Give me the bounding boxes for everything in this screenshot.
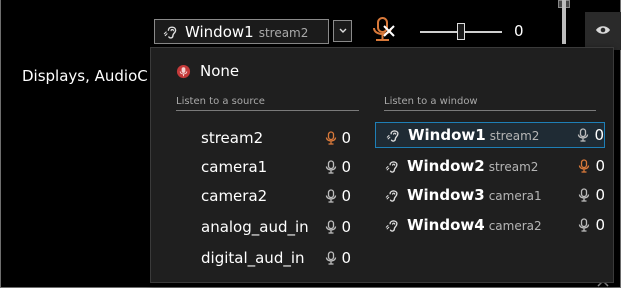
source-item-camera2[interactable]: camera2 0 bbox=[201, 186, 351, 206]
source-level: 0 bbox=[341, 249, 351, 267]
window-level: 0 bbox=[595, 216, 605, 234]
window-name: Window1 bbox=[408, 126, 486, 144]
ear-icon bbox=[163, 25, 177, 39]
audio-source-dropdown: None Listen to a source Listen to a wind… bbox=[150, 47, 614, 283]
source-level: 0 bbox=[341, 218, 351, 236]
volume-slider[interactable] bbox=[420, 22, 502, 42]
window-selector-dropdown-button[interactable] bbox=[333, 20, 352, 42]
mic-icon bbox=[326, 251, 337, 265]
mic-muted-icon[interactable] bbox=[370, 16, 396, 44]
eye-icon bbox=[596, 26, 610, 34]
mic-icon bbox=[578, 128, 589, 142]
source-item-camera1[interactable]: camera1 0 bbox=[201, 157, 351, 177]
chevron-down-icon bbox=[339, 28, 347, 33]
visibility-toggle[interactable] bbox=[585, 12, 621, 50]
ear-icon bbox=[385, 219, 398, 232]
none-option[interactable]: None bbox=[176, 62, 239, 80]
volume-value: 0 bbox=[514, 22, 524, 40]
source-name: digital_aud_in bbox=[201, 249, 305, 267]
mic-muted-icon bbox=[579, 159, 590, 173]
windows-section-header: Listen to a window bbox=[384, 96, 596, 111]
vertical-divider bbox=[562, 0, 566, 44]
window-level: 0 bbox=[594, 126, 604, 144]
source-item-stream2[interactable]: stream2 0 bbox=[201, 128, 351, 148]
source-level: 0 bbox=[341, 129, 351, 147]
window-item-window4[interactable]: Window4 camera2 0 bbox=[375, 212, 605, 238]
window-name: Window4 bbox=[407, 216, 485, 234]
selected-window-stream: stream2 bbox=[258, 25, 309, 40]
source-name: camera1 bbox=[201, 158, 268, 176]
source-name: analog_aud_in bbox=[201, 218, 309, 236]
mic-icon bbox=[579, 188, 590, 202]
mic-icon bbox=[326, 189, 337, 203]
window-name: Window2 bbox=[407, 157, 485, 175]
volume-slider-thumb[interactable] bbox=[457, 23, 465, 40]
source-name: camera2 bbox=[201, 187, 268, 205]
window-stream: stream2 bbox=[488, 160, 539, 174]
selected-window-name: Window1 bbox=[185, 22, 254, 41]
displays-label: Displays, AudioC bbox=[22, 67, 148, 85]
ear-icon bbox=[386, 129, 399, 142]
window-item-window1[interactable]: Window1 stream2 0 bbox=[375, 122, 605, 148]
mic-icon bbox=[579, 218, 590, 232]
window-level: 0 bbox=[595, 186, 605, 204]
window-item-window3[interactable]: Window3 camera1 0 bbox=[375, 182, 605, 208]
ear-icon bbox=[385, 189, 398, 202]
source-item-analog-aud-in[interactable]: analog_aud_in 0 bbox=[201, 217, 351, 237]
sources-section-header: Listen to a source bbox=[176, 96, 359, 111]
source-name: stream2 bbox=[201, 129, 264, 147]
window-stream: camera1 bbox=[488, 189, 542, 203]
none-icon bbox=[176, 64, 191, 78]
window-stream: camera2 bbox=[488, 219, 542, 233]
window-level: 0 bbox=[595, 157, 605, 175]
ear-icon bbox=[385, 160, 398, 173]
none-option-label: None bbox=[200, 62, 240, 80]
source-level: 0 bbox=[341, 187, 351, 205]
window-selector[interactable]: Window1 stream2 bbox=[154, 19, 329, 44]
source-item-digital-aud-in[interactable]: digital_aud_in 0 bbox=[201, 248, 351, 268]
window-name: Window3 bbox=[407, 186, 485, 204]
mic-muted-icon bbox=[326, 131, 337, 145]
mic-icon bbox=[326, 220, 337, 234]
window-item-window2[interactable]: Window2 stream2 0 bbox=[375, 153, 605, 179]
source-level: 0 bbox=[341, 158, 351, 176]
window-stream: stream2 bbox=[489, 129, 540, 143]
mic-icon bbox=[326, 160, 337, 174]
